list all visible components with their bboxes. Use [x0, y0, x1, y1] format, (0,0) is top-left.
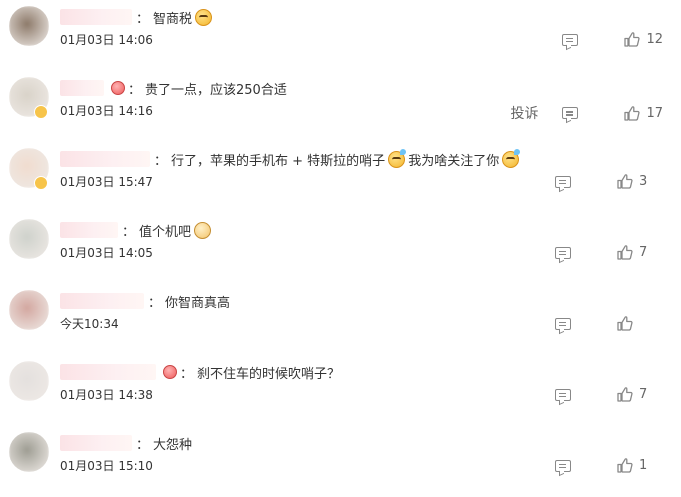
avatar[interactable] [9, 361, 49, 401]
comment-actions: 投诉 17 [510, 103, 663, 123]
comment-text: 值个机吧 [139, 224, 192, 240]
thumbs-up-icon [617, 245, 633, 260]
comment-actions: 7 [555, 245, 653, 260]
username-link[interactable]: 水的小房子 [60, 364, 156, 380]
comment-body: 水的小房子 ：刹不住车的时候吹哨子？ [60, 361, 340, 383]
colon-separator: ： [180, 366, 194, 382]
laugh-cry-emoji [195, 8, 213, 26]
comment-actions: 3 [555, 174, 653, 189]
comment-item: 暂无昵称：智商税01月03日 14:0612 [0, 0, 681, 70]
colon-separator: ： [148, 295, 162, 311]
like-button[interactable]: 17 [624, 106, 663, 121]
username-link[interactable]: 水星的小姐妹 [60, 151, 150, 167]
like-count: 12 [646, 32, 663, 47]
thumbs-up-icon [624, 32, 641, 47]
like-button[interactable]: 1 [617, 458, 653, 473]
doge-emoji [194, 221, 212, 239]
comment-text: 大怨种 [153, 437, 193, 453]
like-button[interactable]: 3 [617, 174, 653, 189]
sweat-emoji [388, 148, 407, 168]
thumbs-up-icon [617, 458, 633, 473]
comment-timestamp: 01月03日 14:05 [60, 246, 153, 260]
comment-body: 小名- ：贵了一点，应该250合适 [60, 77, 287, 99]
comment-text: 你智商真高 [165, 295, 231, 311]
verified-badge-icon [34, 176, 48, 190]
sweat-emoji [502, 148, 521, 168]
comment-body: 白水的很酷的人：你智商真高 [60, 290, 230, 312]
colon-separator: ： [154, 153, 168, 169]
comment-timestamp: 01月03日 14:06 [60, 33, 153, 47]
comment-item: 水的小房子 ：刹不住车的时候吹哨子？ 01月03日 14:38 7 [0, 355, 681, 425]
reply-comment-icon[interactable] [555, 459, 571, 472]
comment-actions: 1 [555, 458, 653, 473]
like-button[interactable] [617, 316, 653, 331]
reply-comment-icon[interactable] [555, 388, 571, 401]
heart-eyes-emoji [163, 365, 177, 379]
thumbs-up-icon [617, 387, 633, 402]
like-button[interactable]: 7 [617, 387, 653, 402]
comment-text: 贵了一点，应该250合适 [145, 82, 287, 98]
colon-separator: ： [136, 11, 150, 27]
avatar[interactable] [9, 219, 49, 259]
avatar[interactable] [9, 290, 49, 330]
thumbs-up-icon [617, 174, 633, 189]
comment-item: 小小式：值个机吧 01月03日 14:05 7 [0, 213, 681, 283]
comment-item: 小名- ：贵了一点，应该250合适 01月03日 14:16 投诉 17 [0, 71, 681, 141]
thumbs-up-icon [617, 316, 633, 331]
reply-comment-icon[interactable] [562, 107, 579, 119]
comment-list: 暂无昵称：智商税01月03日 14:0612小名-：贵了一点，应该250合适01… [0, 0, 681, 497]
username-link[interactable]: 白水的很酷的人 [60, 293, 144, 309]
report-button[interactable]: 投诉 [510, 103, 538, 123]
comment-timestamp: 01月03日 15:10 [60, 459, 153, 473]
comment-timestamp: 01月03日 14:38 [60, 388, 153, 402]
like-button[interactable]: 12 [624, 32, 663, 47]
reply-comment-icon[interactable] [555, 246, 571, 259]
like-count: 7 [639, 387, 648, 402]
comment-item: 水星的小姐妹：行了，苹果的手机布 + 特斯拉的哨子 我为啥关注了你 01月03日 1… [0, 142, 681, 212]
comment-text: 行了，苹果的手机布 + 特斯拉的哨子 [171, 153, 386, 169]
like-count: 7 [639, 245, 648, 260]
avatar[interactable] [9, 432, 49, 472]
like-count: 17 [646, 105, 663, 121]
comment-actions [555, 316, 653, 331]
comment-text: 智商税 [153, 11, 193, 27]
like-count: 1 [639, 458, 648, 473]
comment-timestamp: 01月03日 14:16 [60, 104, 153, 118]
comment-item: 白水的很酷的人：你智商真高今天10:34 [0, 284, 681, 354]
verified-badge-icon [34, 105, 48, 119]
comment-timestamp: 01月03日 15:47 [60, 175, 153, 189]
avatar[interactable] [9, 6, 49, 46]
username-link[interactable]: 暂无昵称 [60, 9, 132, 25]
username-link[interactable]: 小小式 [60, 222, 118, 238]
comment-actions: 7 [555, 387, 653, 402]
comment-actions: 12 [562, 32, 663, 47]
colon-separator: ： [122, 224, 136, 240]
reply-comment-icon[interactable] [562, 33, 579, 46]
comment-text-continued: 我为啥关注了你 [408, 153, 500, 169]
reply-comment-icon[interactable] [555, 317, 571, 330]
comment-text: 刹不住车的时候吹哨子？ [197, 366, 341, 382]
like-count: 3 [639, 174, 648, 189]
comment-body: 暂无昵称：智商税 [60, 6, 215, 28]
comment-item: 一只小猫咪觉：大怨种01月03日 15:101 [0, 426, 681, 496]
username-link[interactable]: 小名- [60, 80, 104, 96]
like-button[interactable]: 7 [617, 245, 653, 260]
comment-body: 水星的小姐妹：行了，苹果的手机布 + 特斯拉的哨子 我为啥关注了你 [60, 148, 522, 170]
reply-comment-icon[interactable] [555, 175, 571, 188]
colon-separator: ： [136, 437, 150, 453]
username-link[interactable]: 一只小猫咪觉 [60, 435, 132, 451]
thumbs-up-icon [624, 105, 641, 121]
comment-timestamp: 今天10:34 [60, 317, 119, 331]
heart-eyes-emoji [111, 81, 125, 95]
comment-body: 小小式：值个机吧 [60, 219, 214, 241]
colon-separator: ： [128, 82, 142, 98]
comment-body: 一只小猫咪觉：大怨种 [60, 432, 192, 454]
